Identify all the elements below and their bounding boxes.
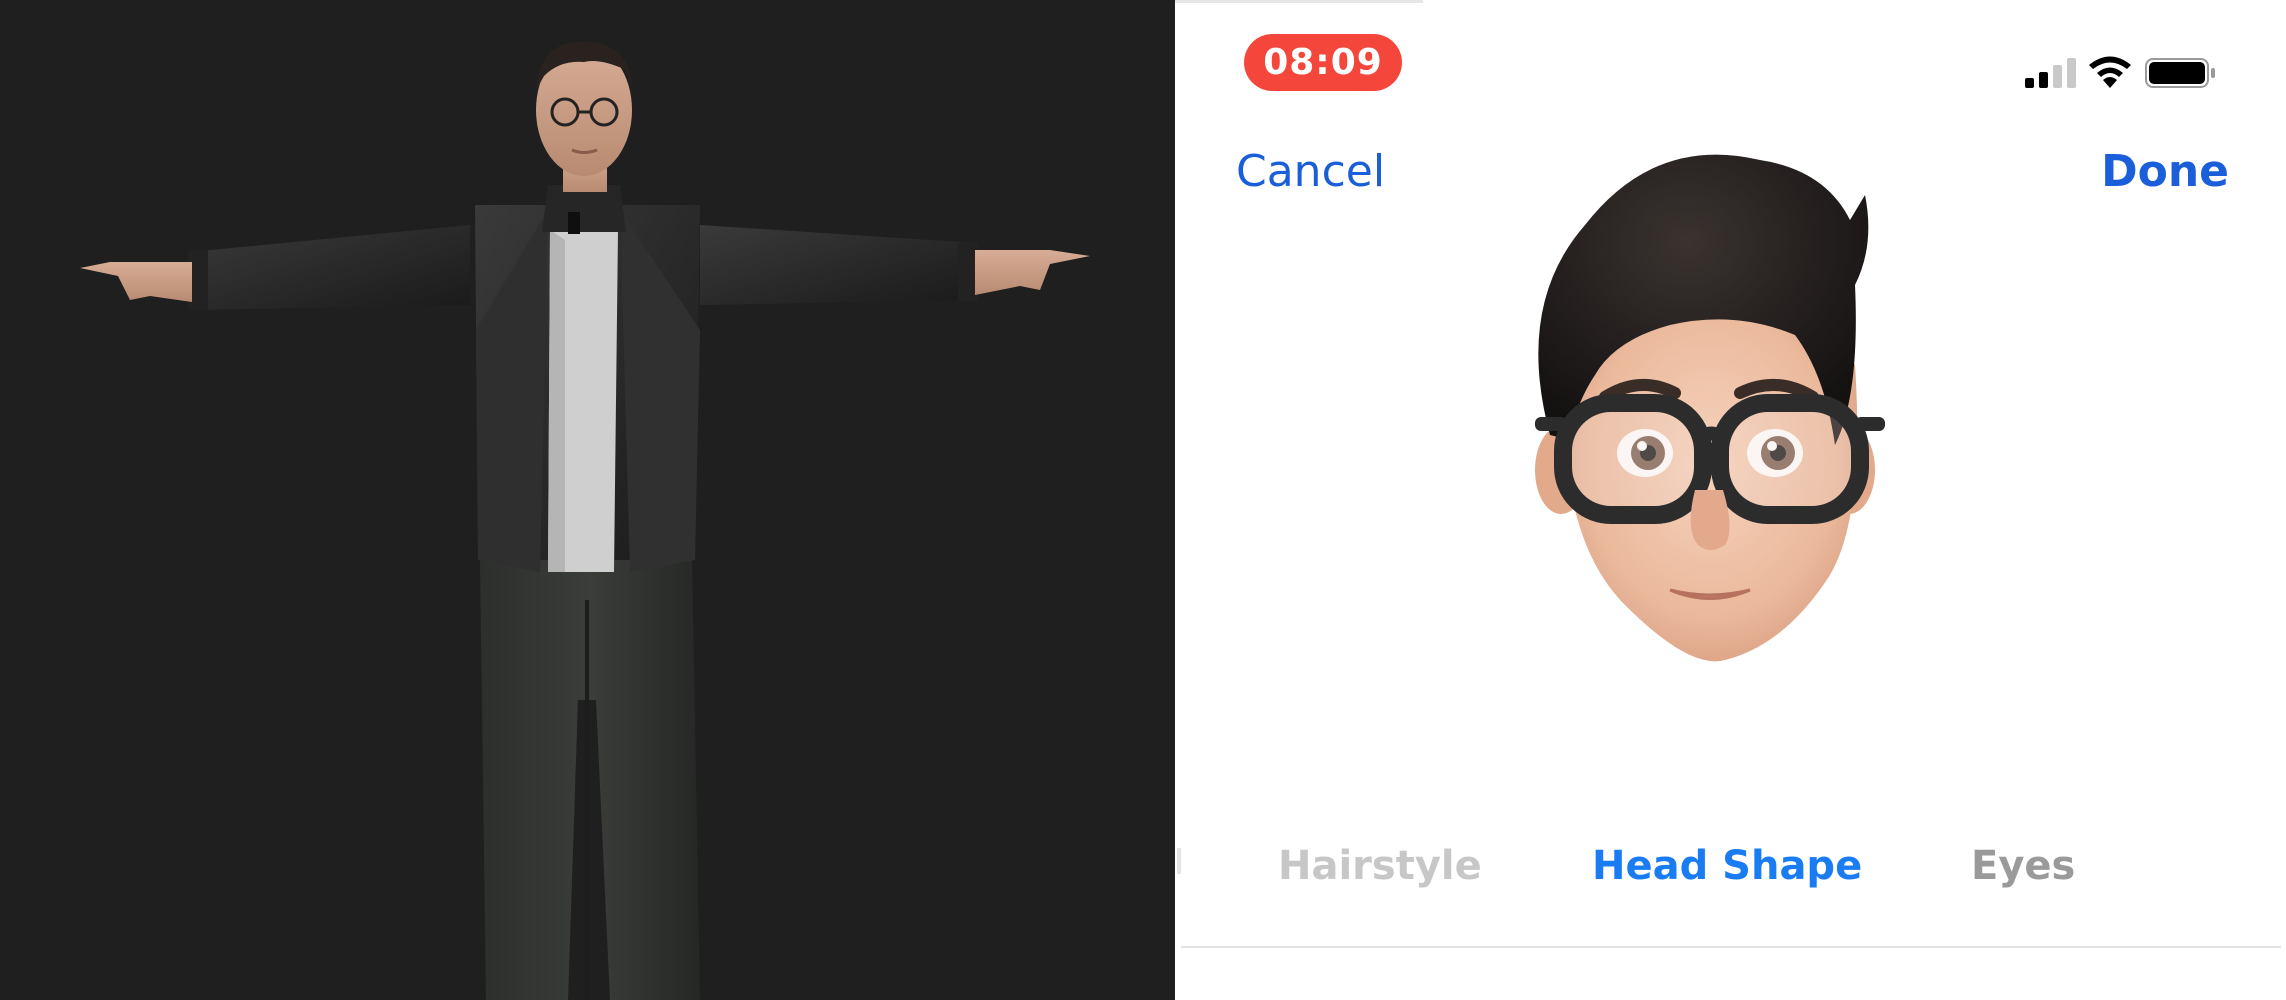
cellular-signal-icon: [2025, 58, 2076, 88]
status-icons: [2025, 54, 2225, 90]
status-time-pill[interactable]: 08:09: [1244, 34, 1402, 91]
wifi-icon: [2089, 56, 2131, 88]
tab-hairstyle[interactable]: Hairstyle: [1278, 846, 1482, 886]
category-tab-strip: Hairstyle Head Shape Eyes: [1175, 846, 2286, 906]
3d-model-viewport[interactable]: [0, 0, 1175, 1000]
tab-head-shape[interactable]: Head Shape: [1592, 846, 1862, 886]
cancel-button[interactable]: Cancel: [1236, 150, 1385, 194]
top-edge-strip: [1175, 0, 1423, 3]
done-button[interactable]: Done: [2101, 150, 2229, 194]
battery-icon: [2145, 58, 2215, 88]
tab-divider: [1181, 946, 2281, 948]
tab-next-partial[interactable]: [1175, 846, 1183, 876]
memoji-avatar-preview[interactable]: [1495, 135, 1915, 680]
t-pose-character-model: [80, 41, 1090, 1000]
tab-eyes[interactable]: Eyes: [1971, 846, 2075, 886]
memoji-editor-screen: 08:09 Cancel Done Hairstyle Head Shape E…: [1175, 0, 2286, 1000]
